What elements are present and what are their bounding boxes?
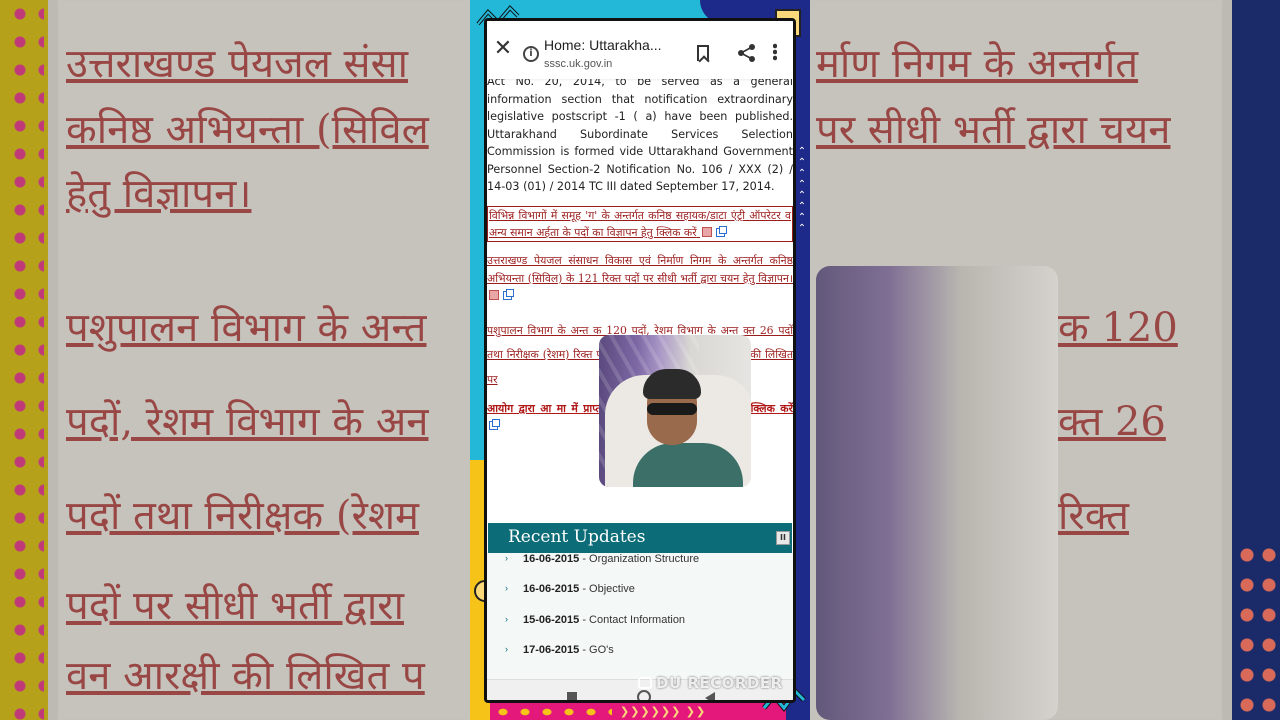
recent-updates-header: Recent Updates II bbox=[488, 523, 792, 553]
external-link-icon[interactable] bbox=[716, 225, 728, 237]
list-item[interactable]: › 17-06-2015 - GO's bbox=[505, 644, 614, 656]
browser-url-bar: ✕ i Home: Uttarakha... sssc.uk.gov.in bbox=[487, 21, 793, 79]
chevron-right-icon: › bbox=[505, 614, 508, 624]
background-text-line: कनिष्ठ अभियन्ता (सिविल bbox=[66, 107, 429, 153]
pdf-icon[interactable] bbox=[702, 226, 713, 237]
recent-updates-title: Recent Updates bbox=[508, 527, 646, 547]
info-icon[interactable]: i bbox=[523, 46, 539, 62]
recents-square-icon[interactable] bbox=[567, 692, 577, 700]
background-text-line: पदों तथा निरीक्षक (रेशम bbox=[66, 493, 419, 539]
recorder-watermark: DU RECORDER bbox=[638, 674, 783, 692]
notice-link-junior-engineer[interactable]: उत्तराखण्ड पेयजल संसाधन विकास एवं निर्मा… bbox=[487, 252, 793, 304]
recent-updates-list: › 16-06-2015 - Organization Structure › 16… bbox=[487, 551, 793, 681]
webcam-overlay bbox=[599, 335, 751, 487]
bookmark-icon[interactable] bbox=[697, 45, 709, 61]
share-icon[interactable] bbox=[737, 43, 757, 63]
bottom-arrows-decoration: ❯❯❯❯❯❯ ❯❯ bbox=[620, 705, 707, 718]
close-icon[interactable]: ✕ bbox=[493, 38, 513, 60]
chevron-right-icon: › bbox=[505, 583, 508, 593]
list-item[interactable]: › 16-06-2015 - Organization Structure bbox=[505, 553, 699, 565]
right-pattern bbox=[1232, 0, 1280, 720]
external-link-icon[interactable] bbox=[489, 419, 500, 431]
chevron-up-icon: ⌃ ⌃ ⌃ ⌃ ⌃ ⌃ ⌃ ⌃ bbox=[797, 146, 807, 234]
background-text-line: रिक्त bbox=[1058, 493, 1129, 539]
intro-paragraph: Act No. 20, 2014, to be served as a gene… bbox=[487, 75, 793, 193]
page-title: Home: Uttarakha... bbox=[544, 37, 662, 53]
background-text-line: उत्तराखण्ड पेयजल संसा bbox=[66, 41, 408, 87]
background-text-line: वन आरक्षी की लिखित प bbox=[66, 653, 425, 699]
external-link-icon[interactable] bbox=[503, 289, 514, 301]
sunglasses-icon bbox=[647, 403, 697, 415]
bottom-dots-decoration bbox=[492, 704, 612, 720]
background-webcam-mirror bbox=[816, 266, 1058, 720]
notice-text: विभिन्न विभागों में समूह 'ग' के अन्तर्गत… bbox=[489, 208, 791, 239]
person-cap bbox=[643, 369, 701, 399]
notice-text: उत्तराखण्ड पेयजल संसाधन विकास एवं निर्मा… bbox=[487, 254, 793, 285]
more-icon[interactable] bbox=[773, 43, 777, 61]
list-item[interactable]: › 15-06-2015 - Contact Information bbox=[505, 614, 685, 626]
background-text-line: क्त 26 bbox=[1058, 399, 1166, 445]
pause-icon[interactable]: II bbox=[776, 531, 790, 545]
pdf-icon[interactable] bbox=[489, 290, 499, 301]
chevron-right-icon: › bbox=[505, 553, 508, 563]
background-text-line: र्माण निगम के अन्तर्गत bbox=[816, 41, 1139, 87]
background-text-line: पदों, रेशम विभाग के अन bbox=[66, 399, 429, 445]
page-domain: sssc.uk.gov.in bbox=[544, 58, 613, 70]
left-pattern bbox=[0, 0, 48, 720]
background-text-line: पर सीधी भर्ती द्वारा चयन bbox=[816, 107, 1171, 153]
background-text-line: पशुपालन विभाग के अन्त bbox=[66, 305, 427, 351]
camera-icon bbox=[638, 677, 652, 689]
notice-link-group-c[interactable]: विभिन्न विभागों में समूह 'ग' के अन्तर्गत… bbox=[487, 205, 793, 243]
back-triangle-icon[interactable] bbox=[705, 692, 715, 700]
list-item[interactable]: › 16-06-2015 - Objective bbox=[505, 583, 635, 595]
background-text-line: हेतु विज्ञापन। bbox=[66, 171, 252, 217]
background-text-line: पदों पर सीधी भर्ती द्वारा bbox=[66, 583, 404, 629]
chevron-right-icon: › bbox=[505, 644, 508, 654]
background-text-line: क 120 bbox=[1058, 305, 1178, 351]
